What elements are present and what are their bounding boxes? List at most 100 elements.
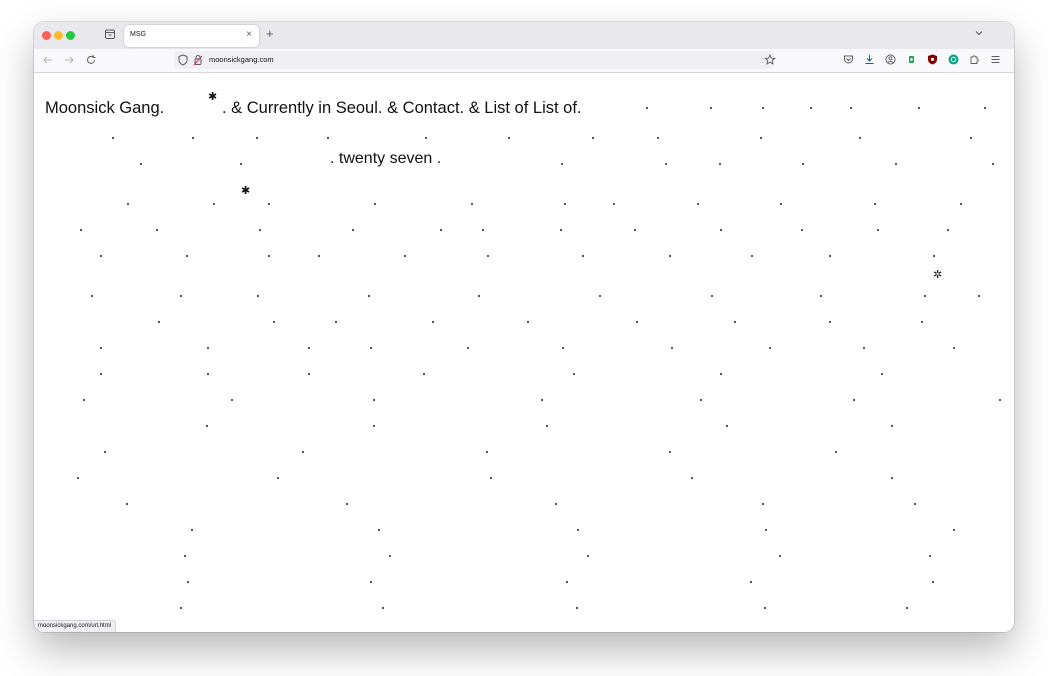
decorative-dot bbox=[423, 373, 425, 375]
decorative-dot bbox=[564, 203, 566, 205]
decorative-dot bbox=[327, 137, 329, 139]
decorative-dot bbox=[613, 203, 615, 205]
decorative-dot bbox=[762, 503, 764, 505]
decorative-dot bbox=[127, 203, 129, 205]
decorative-dot bbox=[184, 555, 186, 557]
decorative-dot bbox=[760, 137, 762, 139]
tab-close-icon[interactable]: × bbox=[246, 29, 252, 41]
download-icon[interactable] bbox=[864, 54, 875, 65]
tracking-protection-shield-icon[interactable] bbox=[177, 54, 189, 66]
decorative-dot bbox=[924, 295, 926, 297]
extensions-puzzle-icon[interactable] bbox=[969, 54, 980, 65]
decorative-dot bbox=[720, 229, 722, 231]
tab-msg[interactable]: MSG × bbox=[124, 25, 259, 47]
decorative-dot bbox=[471, 203, 473, 205]
decorative-dot bbox=[382, 607, 384, 609]
decorative-dot bbox=[835, 451, 837, 453]
decorative-dot bbox=[80, 229, 82, 231]
hamburger-menu-icon[interactable] bbox=[990, 54, 1001, 65]
decorative-dot bbox=[582, 255, 584, 257]
decorative-dot bbox=[546, 425, 548, 427]
decorative-dot bbox=[669, 255, 671, 257]
insecure-lock-icon[interactable] bbox=[193, 54, 203, 66]
link-status-bar: moonsickgang.com/url.html bbox=[34, 620, 117, 632]
extension-green-icon[interactable] bbox=[906, 54, 917, 65]
decorative-dot bbox=[970, 137, 972, 139]
url-text: moonsickgang.com bbox=[209, 55, 274, 64]
decorative-dot bbox=[206, 425, 208, 427]
decorative-dot bbox=[268, 255, 270, 257]
decorative-dot bbox=[192, 137, 194, 139]
bookmark-star-icon[interactable] bbox=[764, 54, 776, 66]
decorative-dot bbox=[259, 229, 261, 231]
decorative-dot bbox=[273, 321, 275, 323]
minimize-window-button[interactable] bbox=[54, 31, 63, 40]
decorative-dot bbox=[700, 399, 702, 401]
decorative-dot bbox=[762, 107, 764, 109]
decorative-dot bbox=[257, 295, 259, 297]
decorative-dot bbox=[100, 347, 102, 349]
reload-icon[interactable] bbox=[85, 54, 97, 66]
decorative-dot bbox=[352, 229, 354, 231]
decorative-dot bbox=[750, 581, 752, 583]
decorative-dot bbox=[914, 503, 916, 505]
page-content: Moonsick Gang. ✱ . & Currently in Seoul.… bbox=[34, 73, 1014, 632]
decorative-dot bbox=[895, 163, 897, 165]
decorative-dot bbox=[751, 255, 753, 257]
page-subtitle: . twenty seven . bbox=[330, 150, 442, 167]
site-navigation-links[interactable]: . & Currently in Seoul. & Contact. & Lis… bbox=[222, 99, 582, 118]
tab-bar: MSG × + bbox=[34, 22, 1014, 49]
decorative-dot bbox=[780, 203, 782, 205]
decorative-dot bbox=[576, 607, 578, 609]
decorative-dot bbox=[863, 347, 865, 349]
decorative-dot bbox=[308, 347, 310, 349]
forward-arrow-icon[interactable] bbox=[63, 54, 75, 66]
decorative-dot bbox=[104, 451, 106, 453]
close-window-button[interactable] bbox=[42, 31, 51, 40]
new-tab-button[interactable]: + bbox=[266, 27, 274, 41]
account-icon[interactable] bbox=[885, 54, 896, 65]
decorative-dot bbox=[346, 503, 348, 505]
decorative-dot bbox=[370, 347, 372, 349]
decorative-dot bbox=[810, 107, 812, 109]
maximize-window-button[interactable] bbox=[66, 31, 75, 40]
ublock-shield-icon[interactable] bbox=[927, 54, 938, 65]
decorative-dot bbox=[891, 425, 893, 427]
decorative-dot bbox=[486, 451, 488, 453]
decorative-dot bbox=[560, 229, 562, 231]
decorative-dot bbox=[802, 163, 804, 165]
decorative-dot bbox=[508, 137, 510, 139]
decorative-dot bbox=[918, 107, 920, 109]
back-arrow-icon[interactable] bbox=[42, 54, 54, 66]
site-title-link[interactable]: Moonsick Gang. bbox=[45, 99, 164, 118]
decorative-dot bbox=[697, 203, 699, 205]
decorative-dot bbox=[953, 347, 955, 349]
decorative-dot bbox=[646, 107, 648, 109]
decorative-dot bbox=[378, 529, 380, 531]
decorative-dot bbox=[180, 295, 182, 297]
decorative-dot bbox=[765, 529, 767, 531]
decorative-dot bbox=[657, 137, 659, 139]
decorative-dot bbox=[874, 203, 876, 205]
decorative-dot bbox=[425, 137, 427, 139]
decorative-dot bbox=[829, 255, 831, 257]
decorative-dot bbox=[577, 529, 579, 531]
decorative-dot bbox=[277, 477, 279, 479]
decorative-dot bbox=[947, 229, 949, 231]
pocket-icon[interactable] bbox=[843, 54, 854, 65]
list-all-tabs-chevron-icon[interactable] bbox=[974, 28, 984, 38]
extension-chatgpt-icon[interactable] bbox=[948, 54, 959, 65]
decorative-dot bbox=[83, 399, 85, 401]
decorative-dot bbox=[126, 503, 128, 505]
decorative-dot bbox=[555, 503, 557, 505]
decorative-dot bbox=[726, 425, 728, 427]
decorative-dot bbox=[669, 451, 671, 453]
address-bar[interactable]: moonsickgang.com bbox=[174, 51, 776, 69]
decorative-dot bbox=[432, 321, 434, 323]
decorative-dot bbox=[440, 229, 442, 231]
decorative-dot bbox=[636, 321, 638, 323]
decorative-dot bbox=[541, 399, 543, 401]
tab-overview-icon[interactable] bbox=[104, 28, 116, 40]
decorative-dot bbox=[478, 295, 480, 297]
decorative-dot bbox=[634, 229, 636, 231]
